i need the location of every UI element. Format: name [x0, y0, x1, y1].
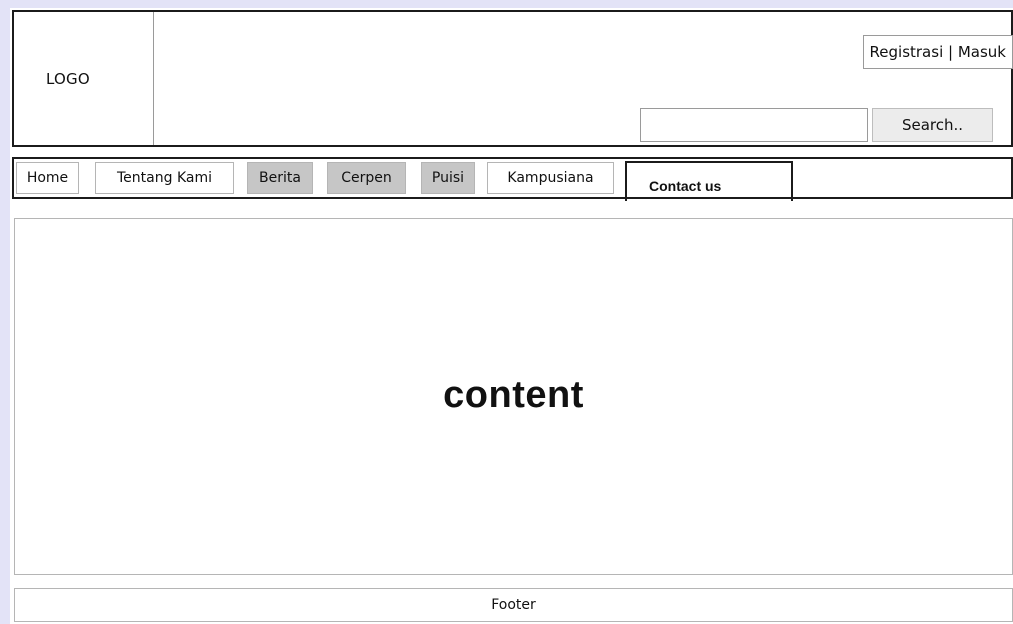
- nav-item-berita[interactable]: Berita: [247, 162, 313, 194]
- logo[interactable]: LOGO: [14, 12, 154, 145]
- canvas-edge: [0, 0, 1013, 8]
- register-link[interactable]: Registrasi: [870, 43, 944, 61]
- content-placeholder: content: [443, 374, 584, 416]
- content-area: content: [14, 218, 1013, 575]
- canvas-edge: [0, 0, 10, 624]
- header: LOGO Registrasi | Masuk Search..: [12, 10, 1013, 147]
- main-nav: Home Tentang Kami Berita Cerpen Puisi Ka…: [12, 157, 1013, 201]
- nav-item-tentang-kami[interactable]: Tentang Kami: [95, 162, 234, 194]
- footer: Footer: [14, 588, 1013, 622]
- auth-links: Registrasi | Masuk: [862, 35, 1013, 69]
- contact-underline: [625, 197, 793, 199]
- logo-text: LOGO: [46, 70, 90, 88]
- search-button[interactable]: Search..: [872, 108, 993, 142]
- nav-item-kampusiana[interactable]: Kampusiana: [487, 162, 614, 194]
- nav-item-puisi[interactable]: Puisi: [421, 162, 475, 194]
- auth-separator: |: [943, 43, 958, 61]
- search-input[interactable]: [640, 108, 868, 142]
- nav-item-cerpen[interactable]: Cerpen: [327, 162, 406, 194]
- nav-item-home[interactable]: Home: [16, 162, 79, 194]
- login-link[interactable]: Masuk: [958, 43, 1006, 61]
- nav-item-contact-us[interactable]: Contact us: [625, 161, 793, 201]
